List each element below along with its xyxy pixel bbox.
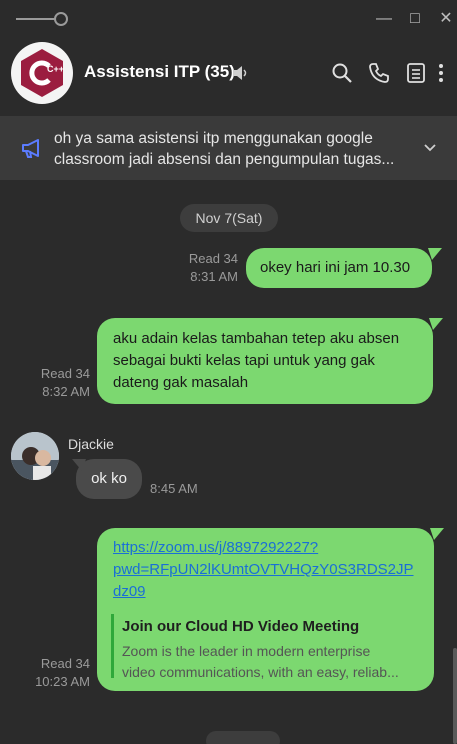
cpp-logo-icon: C++ xyxy=(21,49,64,97)
message-meta: Read 34 8:31 AM xyxy=(170,250,238,286)
message-time: 8:32 AM xyxy=(42,384,90,399)
outgoing-message[interactable]: aku adain kelas tambahan tetep aku absen… xyxy=(97,318,433,404)
search-icon[interactable] xyxy=(331,62,353,84)
sender-name[interactable]: Djackie xyxy=(68,436,114,452)
message-time: 8:45 AM xyxy=(150,481,198,496)
message-time: 8:31 AM xyxy=(190,269,238,284)
link-line[interactable]: dz09 xyxy=(113,581,427,603)
minimize-button[interactable]: — xyxy=(374,9,394,29)
group-avatar[interactable]: C++ xyxy=(11,42,73,104)
preview-title: Join our Cloud HD Video Meeting xyxy=(122,618,360,635)
notes-icon[interactable] xyxy=(405,62,427,84)
opacity-slider-handle[interactable] xyxy=(54,12,68,26)
chevron-down-icon[interactable] xyxy=(422,140,438,156)
read-count: Read 34 xyxy=(40,366,90,381)
read-count: Read 34 xyxy=(188,251,238,266)
message-list[interactable]: Nov 7(Sat) Read 34 8:31 AM okey hari ini… xyxy=(0,180,457,744)
maximize-button[interactable]: □ xyxy=(405,9,425,29)
user-photo-icon xyxy=(11,432,59,480)
message-text: ok ko xyxy=(91,470,127,487)
message-text: aku adain kelas tambahan tetep aku absen… xyxy=(113,330,400,391)
pinned-text: oh ya sama asistensi itp menggunakan goo… xyxy=(54,130,395,168)
megaphone-icon xyxy=(22,139,39,158)
message-meta: Read 34 10:23 AM xyxy=(20,655,90,691)
date-separator: Nov 7(Sat) xyxy=(180,204,278,232)
message-meta: Read 34 8:32 AM xyxy=(20,365,90,401)
chat-title[interactable]: Assistensi ITP (35) xyxy=(84,62,235,82)
bubble-tail xyxy=(430,528,444,540)
window-titlebar: — □ ✕ xyxy=(0,0,457,38)
chat-scrollbar[interactable] xyxy=(453,648,457,744)
link-line[interactable]: pwd=RFpUN2lKUmtOVTVHQzY0S3RDS2JP xyxy=(113,559,427,581)
close-button[interactable]: ✕ xyxy=(436,9,456,29)
bubble-tail xyxy=(429,318,443,330)
message-text: okey hari ini jam 10.30 xyxy=(260,259,411,276)
pinned-announcement[interactable]: oh ya sama asistensi itp menggunakan goo… xyxy=(0,116,457,180)
link-preview[interactable]: Join our Cloud HD Video Meeting Zoom is … xyxy=(111,614,423,680)
speaker-icon xyxy=(233,66,247,80)
date-separator-partial xyxy=(206,731,280,744)
phone-icon[interactable] xyxy=(368,62,390,84)
bubble-tail xyxy=(428,248,442,260)
preview-desc-line: video communications, with an easy, reli… xyxy=(122,664,399,680)
preview-desc-line: Zoom is the leader in modern enterprise xyxy=(122,643,371,659)
outgoing-message[interactable]: okey hari ini jam 10.30 xyxy=(246,248,432,288)
opacity-slider-track[interactable] xyxy=(16,18,56,20)
chat-header: C++ Assistensi ITP (35) xyxy=(0,38,457,114)
message-time: 10:23 AM xyxy=(35,674,90,689)
preview-description: Zoom is the leader in modern enterprise … xyxy=(122,641,423,683)
read-count: Read 34 xyxy=(40,656,90,671)
svg-text:C++: C++ xyxy=(47,64,64,74)
bubble-tail xyxy=(72,459,86,471)
sender-avatar[interactable] xyxy=(11,432,59,480)
outgoing-link-message[interactable]: https://zoom.us/j/8897292227? pwd=RFpUN2… xyxy=(97,528,434,691)
more-vertical-icon[interactable] xyxy=(436,62,446,84)
link-line[interactable]: https://zoom.us/j/8897292227? xyxy=(113,537,427,559)
message-link[interactable]: https://zoom.us/j/8897292227? pwd=RFpUN2… xyxy=(113,537,427,603)
